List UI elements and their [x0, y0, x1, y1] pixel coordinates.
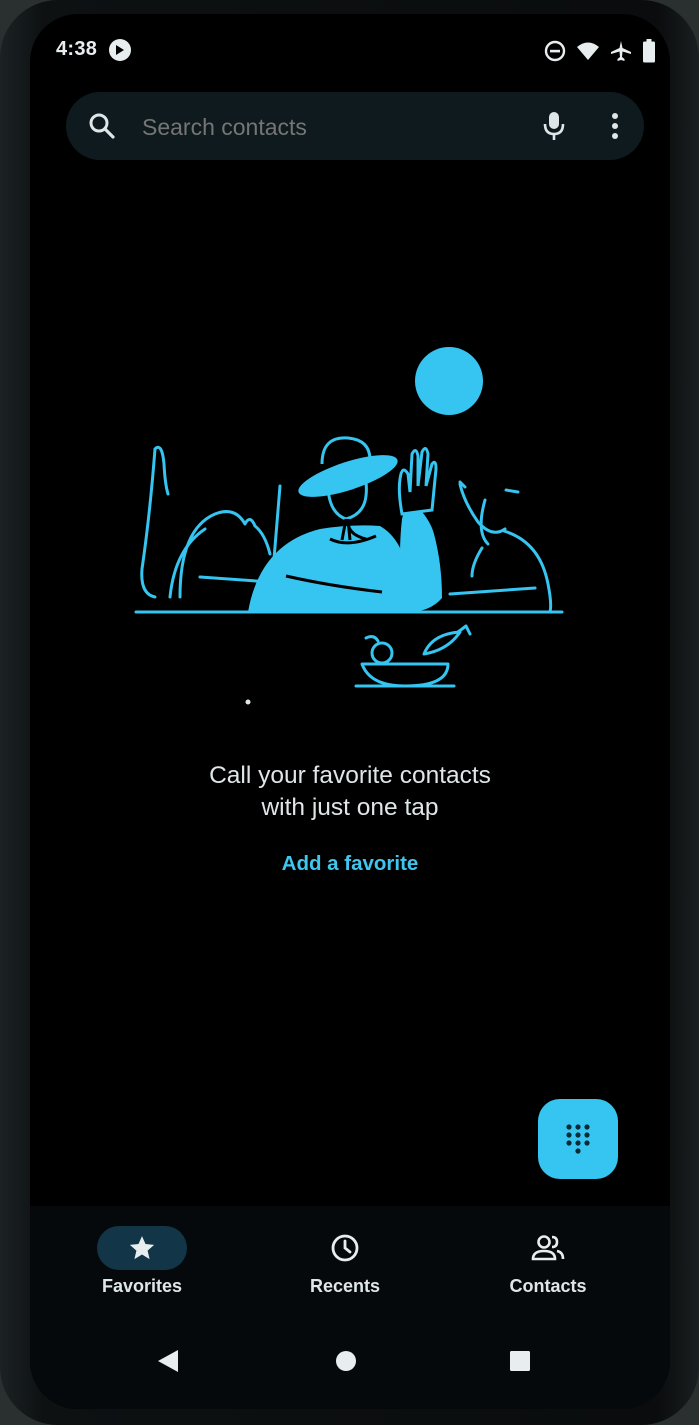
star-icon	[129, 1236, 155, 1260]
battery-icon	[643, 39, 655, 63]
bottom-nav: Favorites Recents Contacts	[30, 1206, 670, 1326]
status-bar: 4:38	[30, 14, 670, 74]
favorites-illustration	[134, 347, 564, 705]
nav-label-favorites: Favorites	[101, 1276, 183, 1296]
microphone-icon[interactable]	[542, 110, 566, 142]
nav-icon-container	[503, 1226, 593, 1270]
empty-state-title: Call your favorite contacts with just on…	[30, 760, 670, 824]
search-icon	[89, 113, 115, 139]
empty-state-title-line2: with just one tap	[261, 794, 439, 821]
status-icons	[544, 39, 656, 63]
system-nav-bar	[30, 1326, 670, 1409]
home-icon[interactable]	[334, 1348, 358, 1374]
status-time: 4:38	[56, 38, 98, 60]
wifi-icon	[577, 42, 599, 60]
airplane-mode-icon	[611, 41, 631, 61]
app-notification-icon	[109, 39, 131, 61]
nav-active-indicator	[97, 1226, 187, 1270]
empty-state-title-line1: Call your favorite contacts	[209, 762, 491, 789]
search-input[interactable]	[140, 92, 440, 162]
nav-icon-container	[300, 1226, 390, 1270]
screen: 4:38 Search contacts Call your favorite …	[30, 14, 670, 1409]
clock-icon	[331, 1234, 359, 1262]
nav-label-recents: Recents	[309, 1276, 381, 1296]
do-not-disturb-icon	[544, 40, 566, 62]
dialpad-icon	[566, 1124, 590, 1154]
search-bar[interactable]	[66, 92, 644, 162]
nav-label-contacts: Contacts	[509, 1276, 587, 1296]
nav-item-recents[interactable]: Recents	[265, 1226, 425, 1316]
dialpad-button[interactable]	[538, 1099, 618, 1179]
back-icon[interactable]	[156, 1348, 180, 1374]
nav-item-favorites[interactable]: Favorites	[62, 1226, 222, 1316]
add-favorite-button[interactable]: Add a favorite	[30, 852, 670, 876]
recents-apps-icon[interactable]	[508, 1348, 532, 1374]
more-options-icon[interactable]	[610, 110, 620, 142]
people-icon	[531, 1235, 565, 1261]
nav-item-contacts[interactable]: Contacts	[468, 1226, 628, 1316]
